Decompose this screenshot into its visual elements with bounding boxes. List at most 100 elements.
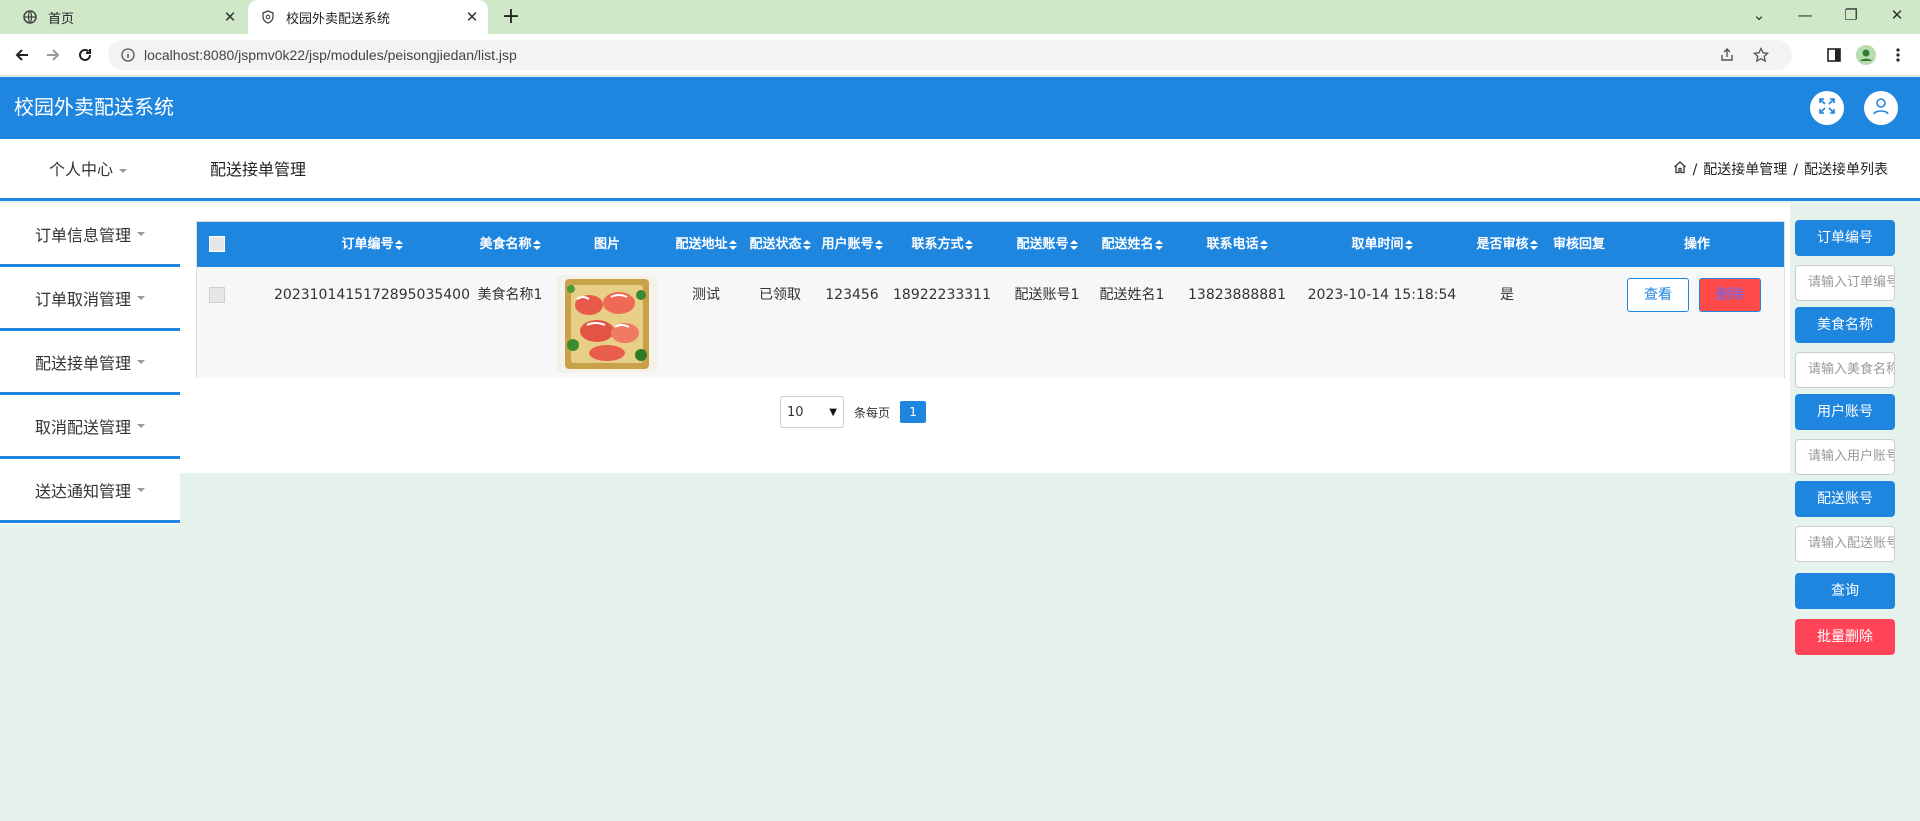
sort-icon[interactable] xyxy=(1154,239,1163,250)
sort-icon[interactable] xyxy=(1069,239,1078,250)
col-actions: 操作 xyxy=(1637,222,1757,267)
browser-tab-title: 首页 xyxy=(48,11,75,27)
sort-icon[interactable] xyxy=(874,239,883,250)
col-label: 审核回复 xyxy=(1552,237,1605,252)
cell-contact: 18922233311 xyxy=(893,287,991,303)
sidebar-item-arrival-notice[interactable]: 送达通知管理 xyxy=(0,459,180,523)
caret-down-icon xyxy=(137,423,145,428)
cell-user-account: 123456 xyxy=(825,287,879,303)
col-label: 配送状态 xyxy=(749,237,802,252)
select-all-checkbox[interactable] xyxy=(209,236,225,252)
breadcrumb-level1[interactable]: 配送接单管理 xyxy=(1703,139,1787,201)
caret-down-icon xyxy=(137,359,145,364)
browser-tab-home[interactable]: 首页 ✕ xyxy=(10,0,246,34)
cell-pickup-time: 2023-10-14 15:18:54 xyxy=(1307,287,1457,303)
sort-icon[interactable] xyxy=(802,239,811,250)
sidebar-item-label: 订单取消管理 xyxy=(34,289,131,309)
page-size-value: 10 xyxy=(787,404,804,420)
back-arrow-icon[interactable] xyxy=(10,43,34,67)
col-review-reply: 审核回复 xyxy=(1546,222,1612,267)
order-no-search-input[interactable]: 请输入订单编号 xyxy=(1795,265,1895,301)
sort-icon[interactable] xyxy=(1529,239,1538,250)
courier-account-label-button[interactable]: 配送账号 xyxy=(1795,481,1895,517)
delete-button[interactable]: 删除 xyxy=(1699,278,1761,312)
col-order-no[interactable]: 订单编号 xyxy=(297,222,447,267)
close-tab-icon[interactable]: ✕ xyxy=(460,8,484,26)
breadcrumb: / 配送接单管理 / 配送接单列表 xyxy=(1673,139,1888,201)
sort-icon[interactable] xyxy=(532,239,541,250)
fullscreen-button[interactable] xyxy=(1810,91,1844,125)
batch-delete-button[interactable]: 批量删除 xyxy=(1795,619,1895,655)
col-user-account[interactable]: 用户账号 xyxy=(817,222,887,267)
sidebar-item-order-cancel[interactable]: 订单取消管理 xyxy=(0,267,180,331)
col-courier-account[interactable]: 配送账号 xyxy=(1007,222,1087,267)
breadcrumb-separator: / xyxy=(1692,162,1698,178)
new-tab-button[interactable]: + xyxy=(498,4,524,30)
page-size-select[interactable]: 10 ▼ xyxy=(780,396,844,428)
col-label: 订单编号 xyxy=(341,237,394,252)
close-window-icon[interactable]: ✕ xyxy=(1874,0,1920,30)
col-label: 用户账号 xyxy=(821,237,874,252)
col-food-name[interactable]: 美食名称 xyxy=(462,222,558,267)
col-address[interactable]: 配送地址 xyxy=(671,222,741,267)
row-checkbox[interactable] xyxy=(209,287,225,303)
food-name-label-button[interactable]: 美食名称 xyxy=(1795,307,1895,343)
view-button[interactable]: 查看 xyxy=(1627,278,1689,312)
menu-kebab-icon[interactable] xyxy=(1888,45,1908,65)
forward-arrow-icon[interactable] xyxy=(41,43,65,67)
col-label: 图片 xyxy=(593,237,620,252)
col-pickup-time[interactable]: 取单时间 xyxy=(1302,222,1462,267)
cell-status: 已领取 xyxy=(759,287,801,303)
bookmark-star-icon[interactable] xyxy=(1752,46,1770,64)
cell-phone: 13823888881 xyxy=(1188,287,1286,303)
restore-icon[interactable]: ❐ xyxy=(1828,0,1874,30)
col-contact[interactable]: 联系方式 xyxy=(887,222,997,267)
personal-center-menu[interactable]: 个人中心 xyxy=(49,139,128,201)
sort-icon[interactable] xyxy=(1259,239,1268,250)
sub-header: 个人中心 配送接单管理 / 配送接单管理 / 配送接单列表 xyxy=(0,139,1920,201)
sort-icon[interactable] xyxy=(1404,239,1413,250)
col-image: 图片 xyxy=(567,222,647,267)
app-header: 校园外卖配送系统 xyxy=(0,77,1920,139)
sidebar-item-delivery-cancel[interactable]: 取消配送管理 xyxy=(0,395,180,459)
tab-search-chevron-icon[interactable]: ⌄ xyxy=(1736,0,1782,30)
courier-account-search-input[interactable]: 请输入配送账号 xyxy=(1795,526,1895,562)
food-name-search-input[interactable]: 请输入美食名称 xyxy=(1795,352,1895,388)
minimize-icon[interactable]: — xyxy=(1782,0,1828,30)
col-label: 操作 xyxy=(1683,237,1710,252)
url-text: localhost:8080/jspmv0k22/jsp/modules/pei… xyxy=(144,47,517,63)
col-status[interactable]: 配送状态 xyxy=(745,222,815,267)
browser-tab-active[interactable]: 校园外卖配送系统 ✕ xyxy=(248,0,488,34)
col-reviewed[interactable]: 是否审核 xyxy=(1472,222,1542,267)
page-number-button[interactable]: 1 xyxy=(900,401,927,423)
sort-icon[interactable] xyxy=(728,239,737,250)
col-phone[interactable]: 联系电话 xyxy=(1182,222,1292,267)
cell-courier-name: 配送姓名1 xyxy=(1099,287,1165,303)
col-courier-name[interactable]: 配送姓名 xyxy=(1092,222,1172,267)
col-label: 取单时间 xyxy=(1351,237,1404,252)
reload-icon[interactable] xyxy=(73,43,97,67)
globe-icon xyxy=(22,9,38,25)
user-menu-button[interactable] xyxy=(1864,91,1898,125)
caret-down-icon xyxy=(137,487,145,492)
sidebar-item-order-info[interactable]: 订单信息管理 xyxy=(0,203,180,267)
col-label: 联系方式 xyxy=(911,237,964,252)
share-icon[interactable] xyxy=(1718,46,1736,64)
address-bar[interactable]: localhost:8080/jspmv0k22/jsp/modules/pei… xyxy=(108,40,1792,70)
profile-avatar-icon[interactable] xyxy=(1856,45,1876,65)
user-account-label-button[interactable]: 用户账号 xyxy=(1795,394,1895,430)
user-account-search-input[interactable]: 请输入用户账号 xyxy=(1795,439,1895,475)
sidebar-item-delivery-accept[interactable]: 配送接单管理 xyxy=(0,331,180,395)
home-icon[interactable] xyxy=(1673,139,1687,201)
sort-icon[interactable] xyxy=(964,239,973,250)
page-title: 配送接单管理 xyxy=(210,160,307,179)
close-tab-icon[interactable]: ✕ xyxy=(218,8,242,26)
col-label: 配送姓名 xyxy=(1101,237,1154,252)
order-no-label-button[interactable]: 订单编号 xyxy=(1795,220,1895,256)
user-icon xyxy=(1872,97,1890,119)
side-panel-icon[interactable] xyxy=(1824,45,1844,65)
sort-icon[interactable] xyxy=(394,239,403,250)
site-info-icon[interactable] xyxy=(120,47,136,63)
caret-down-icon xyxy=(137,231,145,236)
query-button[interactable]: 查询 xyxy=(1795,573,1895,609)
